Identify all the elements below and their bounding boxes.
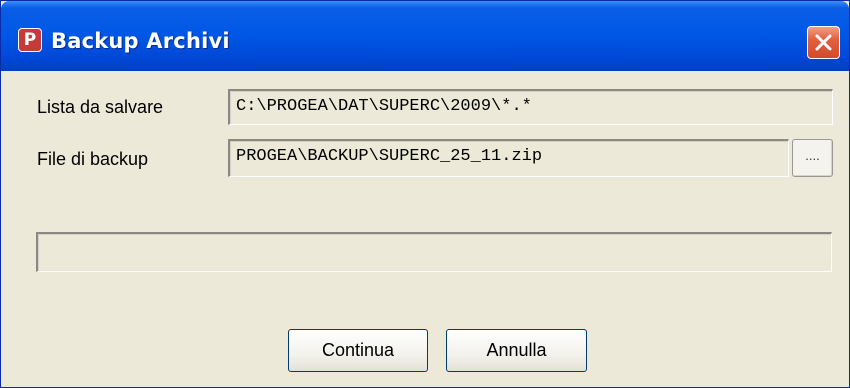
- close-icon: [815, 34, 832, 51]
- window-title: Backup Archivi: [51, 29, 230, 53]
- progress-bar: [36, 232, 832, 272]
- close-button[interactable]: [807, 26, 840, 59]
- backup-file-field[interactable]: PROGEA\BACKUP\SUPERC_25_11.zip: [228, 139, 789, 177]
- backup-dialog: P Backup Archivi Lista da salvare C:\PRO…: [0, 0, 850, 388]
- list-field[interactable]: C:\PROGEA\DAT\SUPERC\2009\*.*: [228, 89, 833, 125]
- continue-button[interactable]: Continua: [288, 329, 428, 372]
- cancel-button[interactable]: Annulla: [446, 329, 587, 372]
- browse-button[interactable]: ....: [792, 139, 833, 177]
- app-icon: P: [18, 28, 42, 52]
- backup-file-label: File di backup: [37, 149, 149, 169]
- title-bar[interactable]: P Backup Archivi: [1, 1, 849, 71]
- list-label: Lista da salvare: [37, 97, 164, 117]
